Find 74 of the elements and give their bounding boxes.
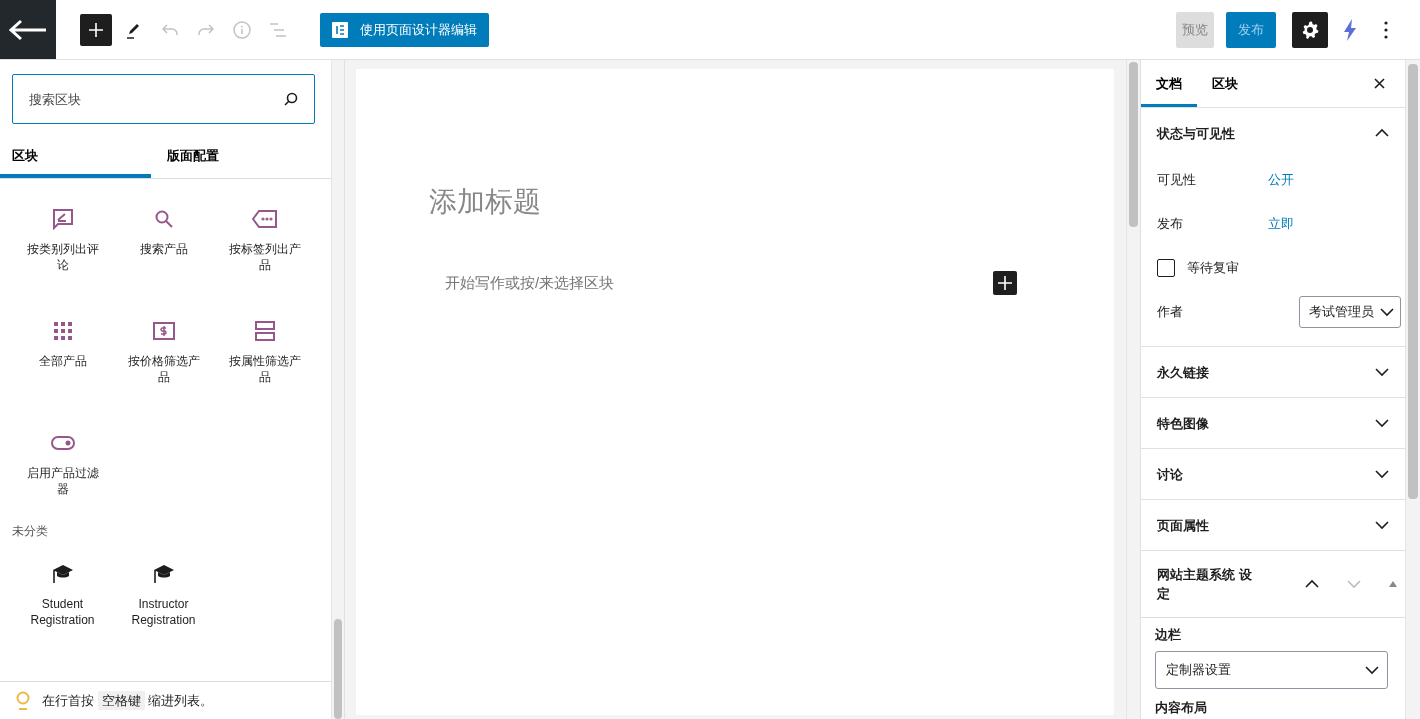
move-down-icon bbox=[1347, 579, 1361, 589]
panel-header[interactable]: 特色图像 bbox=[1141, 398, 1405, 448]
scrollbar[interactable] bbox=[331, 60, 344, 719]
block-item[interactable]: 按类别列出评论 bbox=[12, 205, 113, 295]
price-tag-icon bbox=[152, 322, 175, 340]
sidebar-tab[interactable]: 文档 bbox=[1141, 60, 1197, 107]
lightning-icon bbox=[1343, 18, 1357, 41]
page-builder-icon bbox=[332, 21, 348, 38]
panel-header[interactable]: 网站主题系统 设定 bbox=[1141, 551, 1405, 617]
add-block-button[interactable] bbox=[993, 271, 1017, 295]
more-icon bbox=[1384, 20, 1388, 39]
field-label: 内容布局 bbox=[1155, 699, 1208, 717]
field-label: 发布 bbox=[1157, 215, 1184, 233]
block-item[interactable]: 全部产品 bbox=[12, 317, 113, 407]
chevron-down-icon bbox=[1380, 307, 1394, 317]
field-label: 可见性 bbox=[1157, 171, 1197, 189]
comment-icon bbox=[51, 208, 74, 230]
triangle-up-icon bbox=[1389, 581, 1397, 587]
toggle-icon bbox=[50, 436, 75, 450]
settings-button[interactable] bbox=[1292, 11, 1328, 48]
search-icon bbox=[153, 209, 174, 229]
chevron-down-icon bbox=[1375, 469, 1389, 479]
chevron-down-icon bbox=[1375, 418, 1389, 428]
search-field[interactable]: 搜索区块 bbox=[12, 74, 315, 124]
block-item[interactable]: Student Registration bbox=[12, 560, 113, 650]
paragraph-placeholder[interactable]: 开始写作或按/来选择区块 bbox=[445, 273, 615, 293]
panel-header[interactable]: 讨论 bbox=[1141, 449, 1405, 499]
plus-icon bbox=[997, 275, 1013, 291]
close-icon bbox=[1373, 78, 1385, 89]
block-item[interactable]: 启用产品过滤器 bbox=[12, 429, 113, 519]
chevron-up-icon bbox=[1375, 128, 1389, 138]
info-icon bbox=[232, 19, 252, 40]
setting-link[interactable]: 公开 bbox=[1268, 171, 1294, 189]
block-item[interactable]: 搜索产品 bbox=[113, 205, 214, 295]
block-item[interactable]: Instructor Registration bbox=[113, 560, 214, 650]
tag-icon bbox=[251, 209, 278, 229]
panel-header[interactable]: 永久链接 bbox=[1141, 347, 1405, 397]
page-designer-button[interactable]: 使用页面设计器编辑 bbox=[320, 12, 489, 47]
lightbulb-icon bbox=[16, 690, 30, 711]
checkbox-label: 等待复审 bbox=[1187, 259, 1239, 277]
author-select[interactable]: 考试管理员 bbox=[1299, 296, 1401, 328]
scrollbar[interactable] bbox=[1126, 60, 1140, 719]
checkbox[interactable] bbox=[1157, 259, 1175, 277]
inserter-tab[interactable]: 区块 bbox=[0, 134, 151, 178]
scrollbar[interactable] bbox=[1405, 60, 1420, 719]
list-icon bbox=[254, 321, 275, 341]
panel-header[interactable]: 状态与可见性 bbox=[1141, 108, 1405, 158]
block-item[interactable]: 按属性筛选产品 bbox=[214, 317, 315, 407]
arrow-left-icon bbox=[9, 18, 47, 41]
search-icon bbox=[284, 92, 298, 106]
field-label: 作者 bbox=[1157, 303, 1184, 321]
graduation-cap-icon bbox=[152, 564, 175, 584]
title-field[interactable]: 添加标题 bbox=[429, 181, 1017, 223]
inserter-tab[interactable]: 版面配置 bbox=[151, 134, 302, 178]
chevron-down-icon bbox=[1375, 367, 1389, 377]
setting-link[interactable]: 立即 bbox=[1268, 215, 1294, 233]
tip-text: 在行首按 空格键 缩进列表。 bbox=[42, 691, 214, 710]
grid-icon bbox=[53, 322, 72, 340]
chevron-down-icon bbox=[1375, 520, 1389, 530]
sidebar-tab[interactable]: 区块 bbox=[1197, 60, 1253, 107]
settings-icon bbox=[1300, 19, 1320, 40]
move-up-icon bbox=[1305, 579, 1319, 589]
move-controls[interactable] bbox=[1305, 579, 1397, 589]
plus-icon bbox=[88, 21, 104, 38]
block-item[interactable]: 按标签列出产品 bbox=[214, 205, 315, 295]
back-button[interactable] bbox=[0, 0, 56, 59]
add-block-button[interactable] bbox=[80, 13, 112, 46]
panel-header[interactable]: 页面属性 bbox=[1141, 500, 1405, 550]
field-label: 边栏 bbox=[1155, 626, 1182, 644]
chevron-down-icon bbox=[1365, 665, 1379, 675]
block-item[interactable]: 按价格筛选产品 bbox=[113, 317, 214, 407]
graduation-cap-icon bbox=[51, 564, 74, 584]
sidebar-select[interactable]: 定制器设置 bbox=[1155, 651, 1388, 689]
category-heading: 未分类 bbox=[12, 523, 49, 540]
